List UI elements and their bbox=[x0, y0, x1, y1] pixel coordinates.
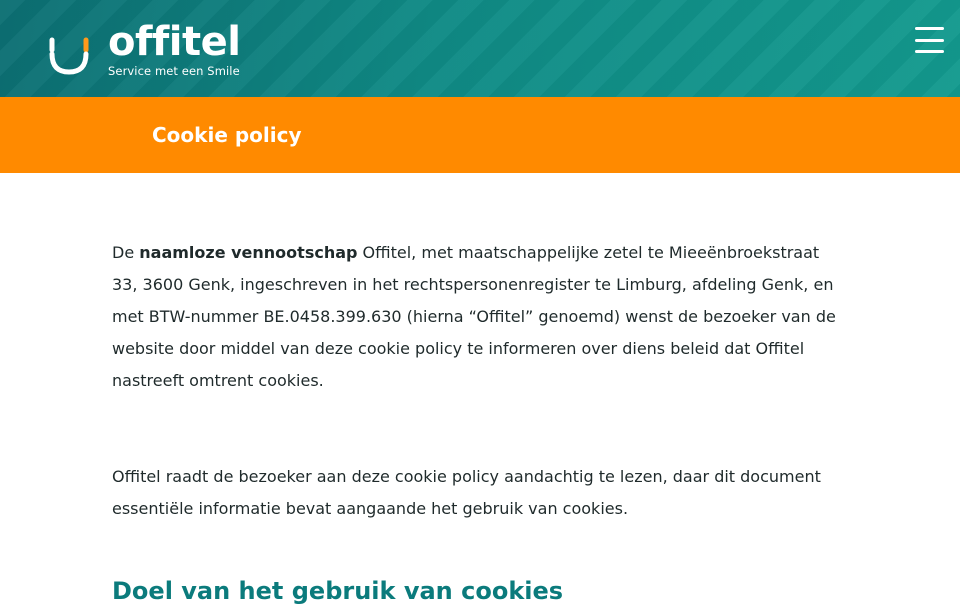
intro-bold-term: naamloze vennootschap bbox=[139, 243, 358, 262]
logo-wordmark: offitel bbox=[108, 19, 241, 65]
section-heading: Doel van het gebruik van cookies bbox=[112, 577, 564, 605]
intro-rest: Offitel, met maatschappelijke zetel te M… bbox=[112, 243, 836, 390]
main-content: De naamloze vennootschap Offitel, met ma… bbox=[0, 173, 960, 605]
menu-bar-top bbox=[915, 27, 944, 30]
offitel-logo[interactable]: offitel Service met een Smile bbox=[48, 19, 241, 82]
advice-paragraph: Offitel raadt de bezoeker aan deze cooki… bbox=[112, 467, 821, 518]
menu-bar-middle bbox=[915, 38, 944, 42]
smile-logo-icon bbox=[49, 37, 89, 75]
intro-paragraph: De naamloze vennootschap Offitel, met ma… bbox=[112, 173, 842, 397]
page-title-bar: Cookie policy bbox=[0, 97, 960, 173]
page-title: Cookie policy bbox=[152, 123, 302, 147]
logo-text: offitel Service met een Smile bbox=[108, 19, 241, 78]
menu-bar-bottom bbox=[915, 50, 944, 53]
intro-prefix: De bbox=[112, 243, 140, 262]
site-header: offitel Service met een Smile bbox=[0, 0, 960, 97]
logo-tagline: Service met een Smile bbox=[108, 64, 240, 78]
hamburger-menu-icon[interactable] bbox=[915, 27, 944, 53]
